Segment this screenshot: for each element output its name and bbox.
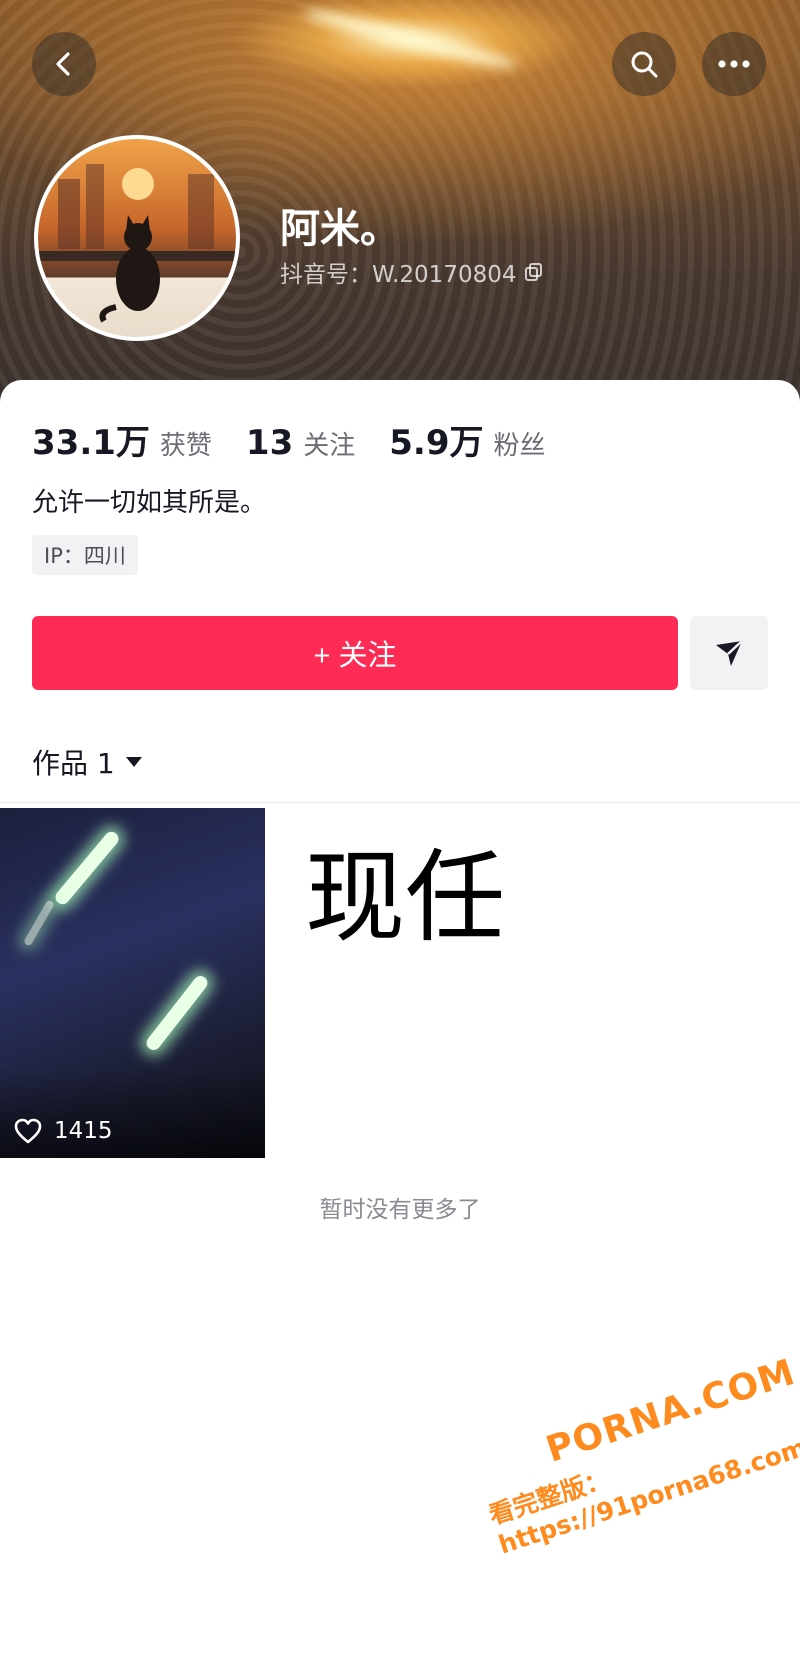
follow-button[interactable]: + 关注: [32, 616, 678, 690]
caret-down-icon: [125, 757, 142, 767]
more-dots-icon: [718, 60, 750, 68]
search-icon: [631, 51, 658, 78]
avatar-cat-silhouette: [38, 164, 236, 323]
profile-name: 阿米。: [280, 206, 400, 252]
following-label[interactable]: 关注: [303, 425, 355, 462]
works-tab-label: 作品 1: [32, 747, 115, 780]
likes-label: 获赞: [159, 431, 212, 461]
divider: [0, 802, 800, 803]
copy-icon[interactable]: [524, 262, 544, 282]
stats-row: 33.1万 获赞 13 关注 5.9万 粉丝: [32, 415, 580, 464]
video-likes-count: 1415: [54, 1118, 113, 1144]
following-count[interactable]: 13: [246, 423, 293, 463]
chevron-left-icon: [56, 52, 70, 76]
followers-label[interactable]: 粉丝: [493, 425, 545, 462]
message-button[interactable]: [690, 616, 768, 690]
avatar[interactable]: [34, 135, 240, 341]
light-stick: [143, 973, 211, 1053]
likes-count: 33.1万: [32, 423, 150, 463]
light-stick: [23, 899, 55, 947]
sun-glare: [301, 3, 519, 75]
back-button[interactable]: [32, 32, 96, 96]
douyin-id[interactable]: 抖音号：W.20170804: [280, 255, 544, 289]
ip-location-tag: IP：四川: [32, 535, 138, 575]
video-likes: 1415: [14, 1118, 113, 1144]
more-button[interactable]: [702, 32, 766, 96]
send-icon: [716, 640, 743, 666]
video-thumbnail[interactable]: 1415: [0, 808, 265, 1158]
search-button[interactable]: [612, 32, 676, 96]
heart-icon: [14, 1118, 42, 1144]
light-stick: [52, 829, 122, 907]
video-caption: 现任: [305, 839, 505, 956]
thumbnail-shade: [0, 1068, 265, 1158]
tab-works[interactable]: 作品 1: [32, 742, 143, 782]
douyin-id-text: 抖音号：W.20170804: [280, 262, 517, 288]
followers-count[interactable]: 5.9万: [389, 415, 483, 464]
bio-text: 允许一切如其所是。: [32, 488, 267, 518]
end-of-list-text: 暂时没有更多了: [319, 1197, 481, 1223]
